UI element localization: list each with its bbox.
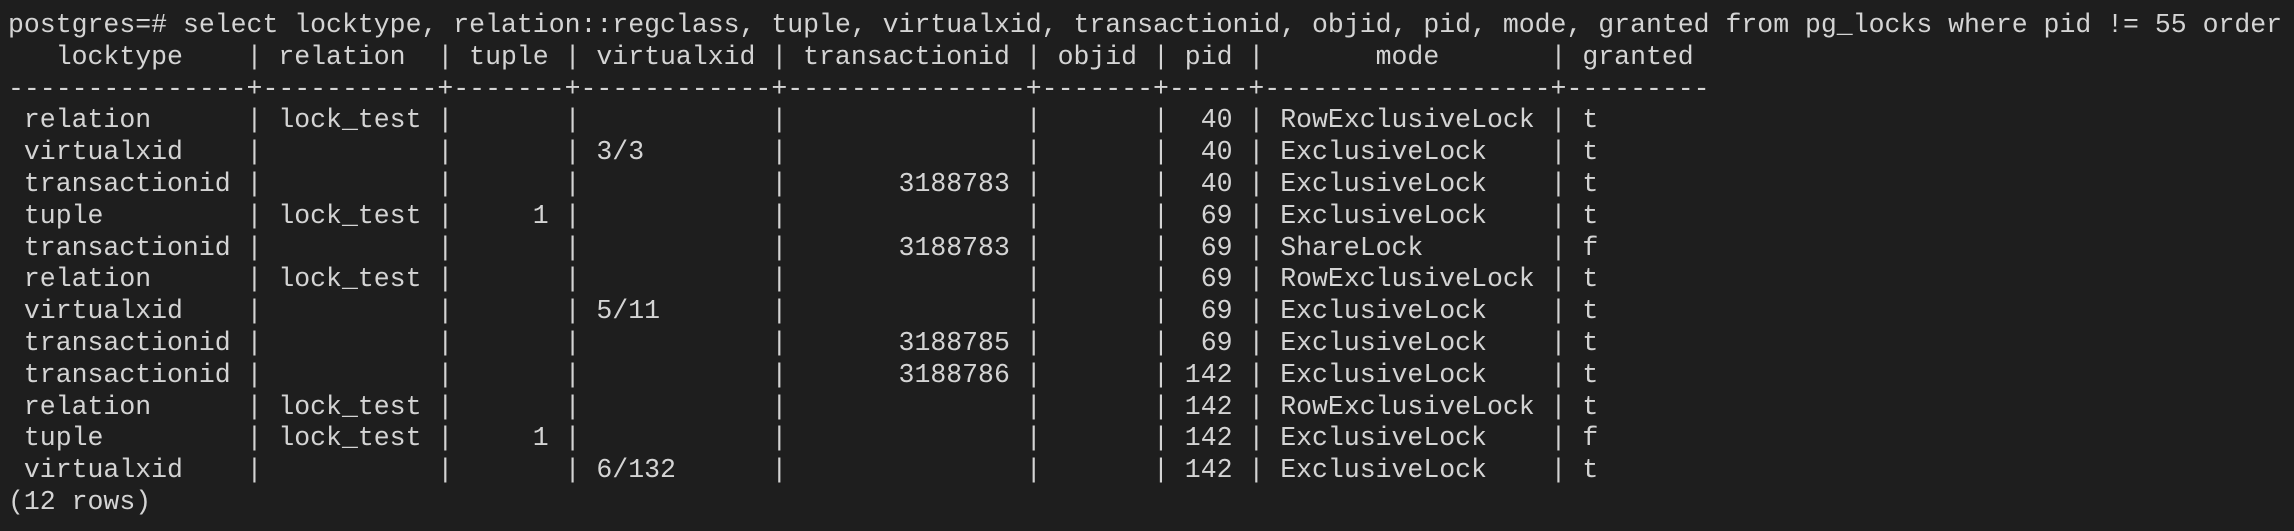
table-row: relation | lock_test | | | | | 40 | RowE… [8, 105, 1599, 136]
command-line: postgres=# select locktype, relation::re… [8, 10, 2288, 42]
terminal-output[interactable]: postgres=# select locktype, relation::re… [8, 10, 2288, 525]
table-row: tuple | lock_test | 1 | | | | 69 | Exclu… [8, 200, 1599, 231]
table-row: tuple | lock_test | 1 | | | | 142 | Excl… [8, 423, 1599, 454]
prompt: postgres=# [8, 10, 183, 40]
command-text: select locktype, relation::regclass, tup… [182, 10, 2288, 40]
table-row: virtualxid | | | 6/132 | | | 142 | Exclu… [8, 455, 1599, 486]
table-row: transactionid | | | | 3188783 | | 69 | S… [8, 232, 1599, 263]
row-count-footer: (12 rows) [8, 486, 152, 517]
table-header: locktype | relation | tuple | virtualxid… [8, 41, 1694, 72]
table-row: virtualxid | | | 5/11 | | | 69 | Exclusi… [8, 296, 1599, 327]
table-row: relation | lock_test | | | | | 69 | RowE… [8, 264, 1599, 295]
table-row: virtualxid | | | 3/3 | | | 40 | Exclusiv… [8, 137, 1599, 168]
table-row: relation | lock_test | | | | | 142 | Row… [8, 391, 1599, 422]
table-row: transactionid | | | | 3188785 | | 69 | E… [8, 327, 1599, 358]
table-row: transactionid | | | | 3188783 | | 40 | E… [8, 168, 1599, 199]
table-row: transactionid | | | | 3188786 | | 142 | … [8, 359, 1599, 390]
table-separator: ---------------+-----------+-------+----… [8, 73, 1710, 104]
